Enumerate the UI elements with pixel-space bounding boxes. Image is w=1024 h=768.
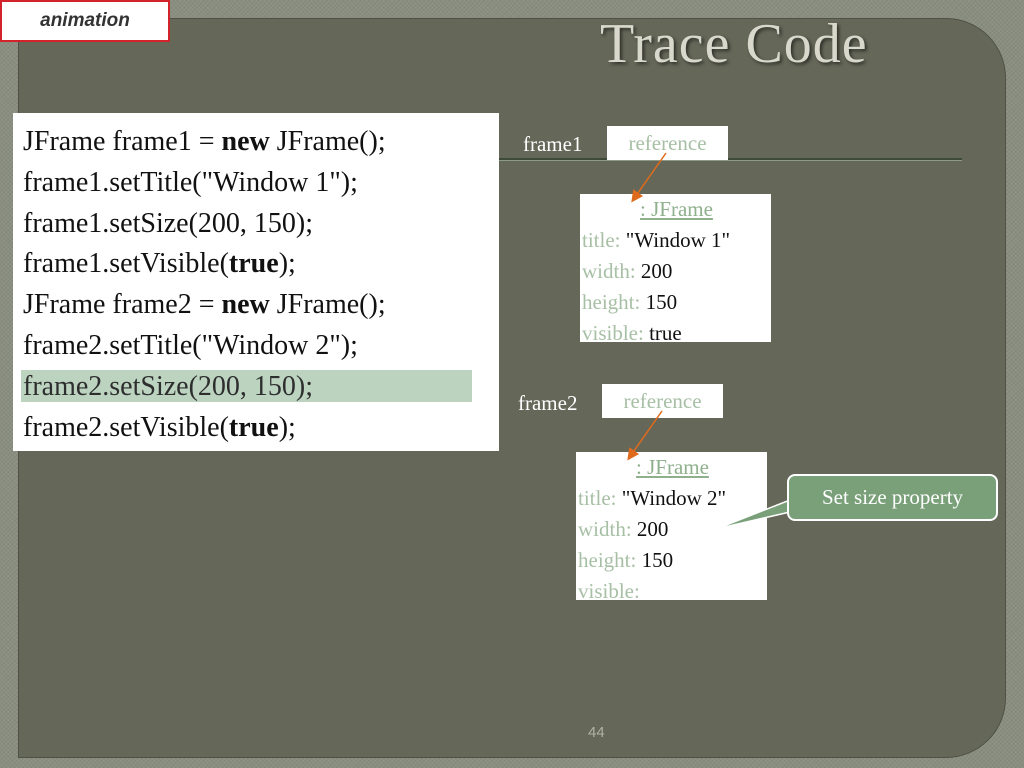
code-line: frame2.setTitle("Window 2"); <box>23 326 499 367</box>
frame2-title-row: title: "Window 2" <box>578 486 727 510</box>
set-size-callout: Set size property <box>787 474 998 521</box>
frame1-title-row: title: "Window 1" <box>582 228 731 252</box>
code-text: ); <box>278 411 296 443</box>
code-text: frame2.setTitle("Window 2"); <box>23 329 358 361</box>
slide-title: Trace Code <box>600 13 868 75</box>
code-text: frame1.setTitle("Window 1"); <box>23 166 358 198</box>
frame2-width-row: width: 200 <box>578 517 669 541</box>
frame2-jframe-object: : JFrame title: "Window 2" width: 200 he… <box>576 452 767 603</box>
code-text: frame2.setSize(200, 150); <box>23 370 314 402</box>
code-text: frame1.setVisible( <box>23 248 229 280</box>
code-text: JFrame(); <box>269 289 386 321</box>
code-keyword: true <box>228 248 279 280</box>
code-line: frame1.setVisible(true); <box>23 244 499 285</box>
frame1-height-row: height: 150 <box>582 290 678 314</box>
code-panel: JFrame frame1 = new JFrame(); frame1.setT… <box>13 113 499 451</box>
animation-tag: animation <box>0 0 170 42</box>
code-keyword: new <box>221 289 270 321</box>
code-keyword: new <box>221 126 270 157</box>
page-number: 44 <box>588 724 605 741</box>
frame1-visible-row: visible: true <box>582 321 682 345</box>
code-line-highlighted: frame2.setSize(200, 150); <box>21 367 499 408</box>
frame1-reference-box: reference <box>607 126 728 160</box>
code-line: JFrame frame1 = new JFrame(); <box>23 122 499 163</box>
code-text: frame1.setSize(200, 150); <box>23 207 314 239</box>
frame2-object-header: : JFrame <box>636 455 709 479</box>
code-keyword: true <box>228 411 279 443</box>
frame1-width-row: width: 200 <box>582 259 673 283</box>
frame2-variable-label: frame2 <box>518 391 578 415</box>
frame2-reference-box: reference <box>602 384 723 418</box>
frame1-object-header: : JFrame <box>640 197 713 221</box>
divider-line <box>499 158 962 160</box>
code-line: frame1.setSize(200, 150); <box>23 204 499 245</box>
code-text: JFrame(); <box>269 126 386 157</box>
frame1-jframe-object: : JFrame title: "Window 1" width: 200 he… <box>580 194 771 345</box>
frame2-visible-row: visible: <box>578 579 640 603</box>
code-line: frame2.setVisible(true); <box>23 408 499 449</box>
frame2-height-row: height: 150 <box>578 548 674 572</box>
code-line: frame1.setTitle("Window 1"); <box>23 163 499 204</box>
frame1-variable-label: frame1 <box>523 132 583 156</box>
code-text: ); <box>278 248 296 280</box>
code-text: frame2.setVisible( <box>23 411 229 443</box>
code-text: JFrame frame2 = <box>23 289 222 321</box>
code-line: JFrame frame2 = new JFrame(); <box>23 285 499 326</box>
code-text: JFrame frame1 = <box>23 126 222 157</box>
